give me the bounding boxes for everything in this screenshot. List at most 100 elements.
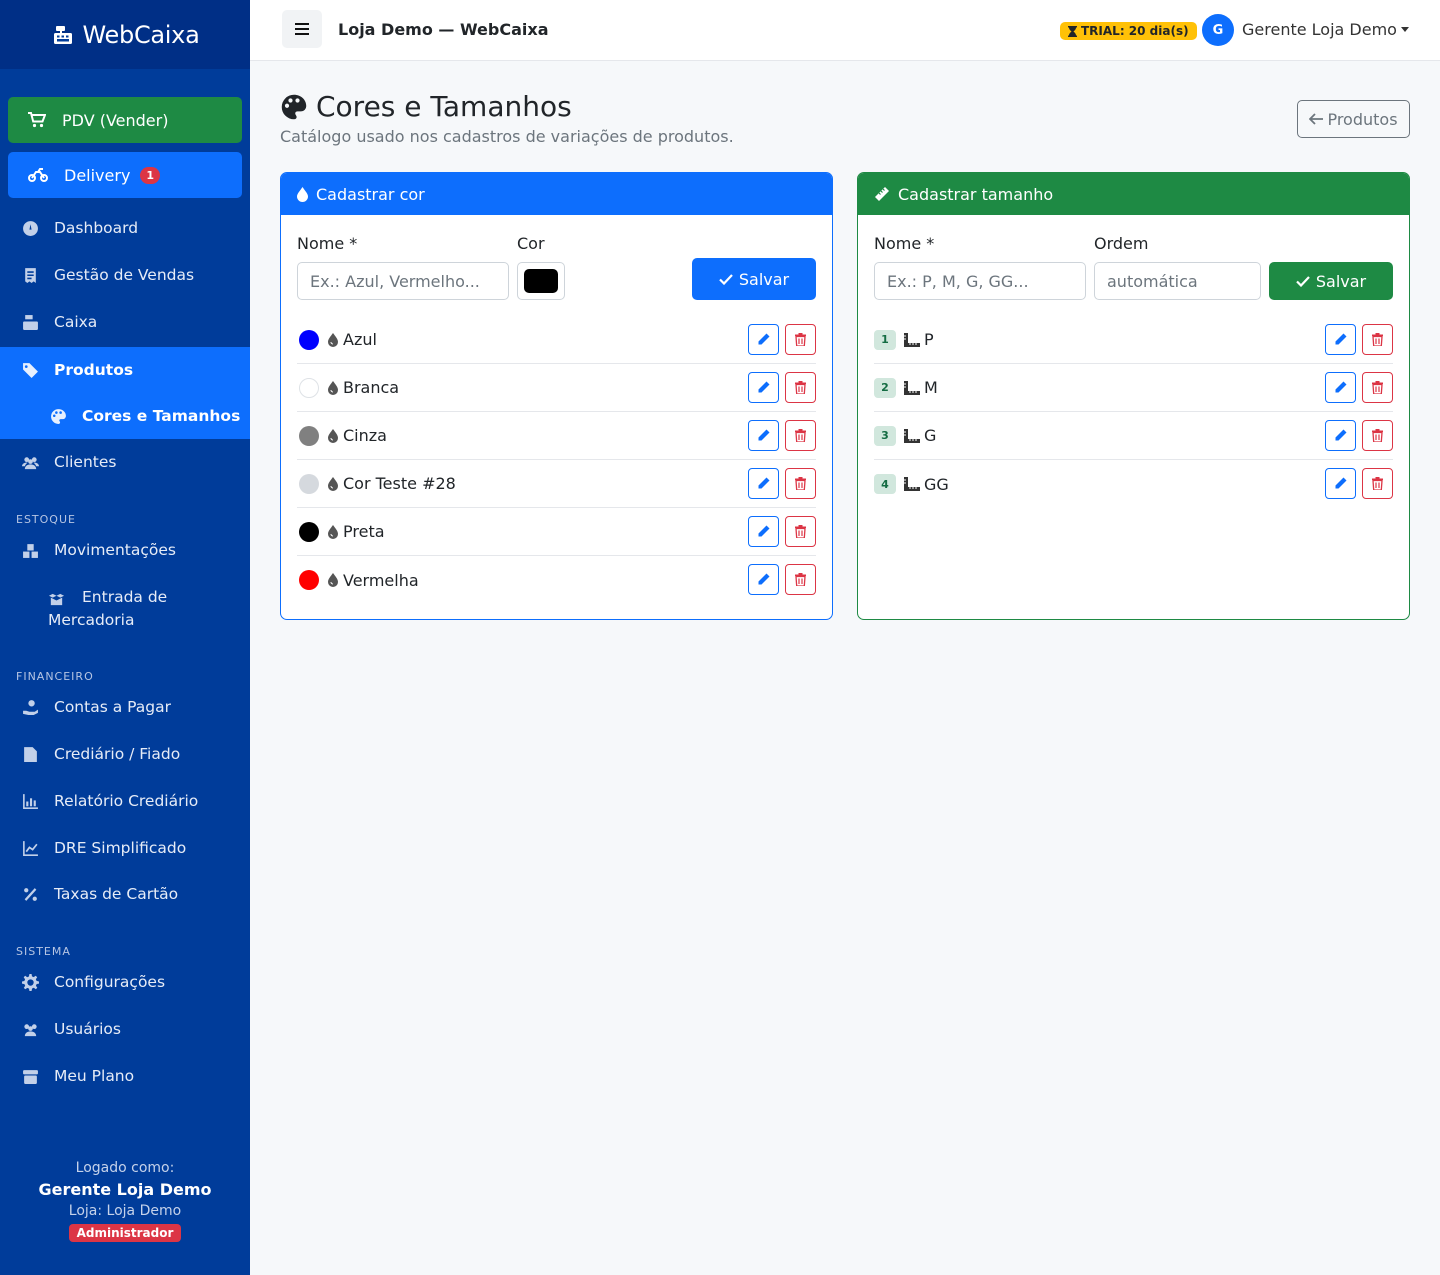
sidebar-item-caixa[interactable]: Caixa — [0, 299, 250, 345]
sidebar-label: Configurações — [54, 973, 166, 991]
sidebar-label-line2: Mercadoria — [48, 611, 135, 629]
sidebar-item-usuarios[interactable]: Usuários — [0, 1006, 250, 1052]
size-name-input[interactable]: Ex.: P, M, G, GG... — [874, 262, 1086, 300]
sidebar-item-movimentacoes[interactable]: Movimentações — [0, 527, 250, 573]
users-icon — [22, 454, 39, 471]
save-size-button[interactable]: Salvar — [1269, 262, 1393, 300]
color-row: Vermelha — [297, 556, 816, 604]
sidebar-label: Dashboard — [54, 219, 139, 237]
sidebar-item-meu-plano[interactable]: Meu Plano — [0, 1053, 250, 1099]
delete-button[interactable] — [1362, 372, 1393, 403]
droplet-icon — [328, 380, 338, 395]
save-color-label: Salvar — [738, 269, 790, 289]
pencil-icon — [1335, 477, 1347, 489]
sidebar-label: Crediário / Fiado — [54, 745, 181, 763]
size-name: GG — [924, 474, 949, 494]
cart-icon — [28, 112, 46, 128]
delete-button[interactable] — [785, 468, 816, 499]
user-name-text: Gerente Loja Demo — [1242, 20, 1397, 39]
delete-button[interactable] — [785, 564, 816, 595]
pencil-icon — [758, 573, 770, 585]
sidebar-label: Meu Plano — [54, 1067, 135, 1085]
sidebar-item-contas-pagar[interactable]: Contas a Pagar — [0, 684, 250, 730]
sidebar-item-relatorio-crediario[interactable]: Relatório Crediário — [0, 778, 250, 824]
color-picker-swatch — [524, 269, 558, 293]
edit-button[interactable] — [1325, 468, 1356, 499]
sidebar-item-configuracoes[interactable]: Configurações — [0, 959, 250, 1005]
sidebar-item-clientes[interactable]: Clientes — [0, 439, 250, 485]
delete-button[interactable] — [785, 372, 816, 403]
topbar: Loja Demo — WebCaixa TRIAL: 20 dia(s) G … — [250, 0, 1440, 61]
sidebar-item-taxas[interactable]: Taxas de Cartão — [0, 871, 250, 917]
percent-icon — [22, 886, 39, 903]
section-financeiro: FINANCEIRO — [16, 670, 94, 683]
color-row: Cor Teste #28 — [297, 460, 816, 508]
pencil-icon — [758, 381, 770, 393]
delete-button[interactable] — [785, 516, 816, 547]
brand[interactable]: WebCaixa — [0, 0, 250, 69]
color-swatch — [299, 425, 319, 446]
gauge-icon — [22, 220, 39, 237]
pencil-icon — [1335, 381, 1347, 393]
size-order-badge: 3 — [874, 425, 896, 446]
sidebar-item-vendas[interactable]: Gestão de Vendas — [0, 252, 250, 298]
size-order-input[interactable]: automática — [1094, 262, 1261, 300]
edit-button[interactable] — [1325, 324, 1356, 355]
delete-button[interactable] — [1362, 324, 1393, 355]
menu-toggle-button[interactable] — [282, 10, 322, 48]
size-row: 2M — [874, 364, 1393, 412]
edit-button[interactable] — [748, 564, 779, 595]
delivery-label: Delivery — [64, 165, 131, 185]
avatar[interactable]: G — [1202, 14, 1234, 46]
edit-button[interactable] — [748, 420, 779, 451]
back-label: Produtos — [1327, 109, 1398, 129]
sidebar-item-crediario[interactable]: Crediário / Fiado — [0, 731, 250, 777]
color-name: Preta — [343, 522, 385, 541]
color-actions — [748, 372, 816, 403]
pdv-button[interactable]: PDV (Vender) — [8, 97, 242, 143]
edit-button[interactable] — [748, 468, 779, 499]
sidebar: WebCaixa PDV (Vender) Delivery 1 Dashboa… — [0, 0, 250, 1275]
color-swatch — [299, 521, 319, 542]
box-icon — [22, 1068, 39, 1085]
sidebar-item-cores-tamanhos[interactable]: Cores e Tamanhos — [0, 393, 250, 439]
save-size-label: Salvar — [1315, 271, 1367, 291]
motorcycle-icon — [28, 168, 48, 182]
delete-button[interactable] — [1362, 420, 1393, 451]
user-menu[interactable]: Gerente Loja Demo — [1242, 20, 1409, 39]
edit-button[interactable] — [748, 516, 779, 547]
delivery-button[interactable]: Delivery 1 — [8, 152, 242, 198]
color-name: Cinza — [343, 426, 387, 445]
delete-button[interactable] — [785, 324, 816, 355]
ruler-combined-icon — [904, 380, 920, 395]
save-color-button[interactable]: Salvar — [692, 258, 816, 300]
sidebar-item-produtos[interactable]: Produtos — [0, 347, 250, 393]
pdv-label: PDV (Vender) — [62, 110, 169, 130]
size-row: 4 GG — [874, 460, 1393, 508]
receipt-icon — [22, 267, 39, 284]
back-to-products-button[interactable]: Produtos — [1297, 100, 1410, 138]
color-swatch — [299, 570, 319, 590]
edit-button[interactable] — [1325, 420, 1356, 451]
sidebar-item-entrada-mercadoria[interactable]: Entrada de Mercadoria — [0, 586, 250, 632]
check-icon — [1296, 275, 1310, 287]
color-name-input[interactable]: Ex.: Azul, Vermelho... — [297, 262, 509, 300]
edit-button[interactable] — [748, 372, 779, 403]
palette-icon — [50, 408, 67, 425]
color-picker-input[interactable] — [517, 262, 565, 300]
edit-button[interactable] — [1325, 372, 1356, 403]
size-name: P — [924, 330, 934, 349]
sidebar-item-dre[interactable]: DRE Simplificado — [0, 825, 250, 871]
sidebar-label: Relatório Crediário — [54, 792, 199, 810]
color-row: Branca — [297, 364, 816, 412]
sidebar-item-dashboard[interactable]: Dashboard — [0, 205, 250, 251]
color-swatch — [299, 473, 319, 494]
size-name: M — [924, 378, 938, 397]
size-actions — [1325, 324, 1393, 355]
delete-button[interactable] — [1362, 468, 1393, 499]
delete-button[interactable] — [785, 420, 816, 451]
size-name: G — [924, 426, 937, 445]
pencil-icon — [758, 333, 770, 345]
trash-icon — [795, 429, 806, 442]
edit-button[interactable] — [748, 324, 779, 355]
